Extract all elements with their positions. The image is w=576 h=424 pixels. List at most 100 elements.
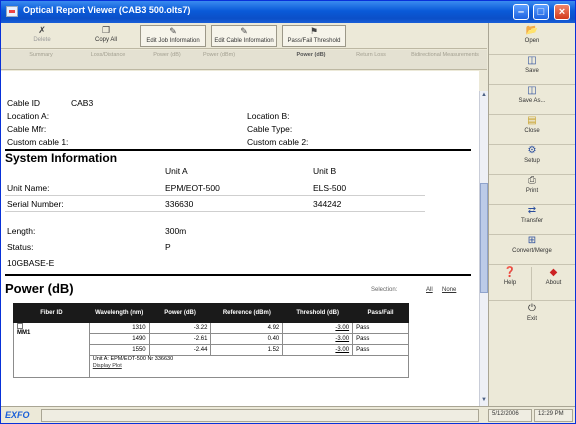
brand-logo: EXFO: [5, 410, 30, 420]
scroll-down-icon[interactable]: ▼: [480, 396, 488, 405]
close-folder-icon: ▤: [527, 115, 537, 126]
threshold-cell[interactable]: -3.00: [282, 333, 354, 345]
column-header: Fiber ID: [13, 303, 90, 323]
threshold-cell[interactable]: -3.00: [282, 344, 354, 356]
system-information-heading: System Information: [5, 151, 118, 165]
transfer-icon: ⇄: [527, 205, 537, 216]
threshold-cell[interactable]: -3.00: [282, 322, 354, 334]
length-label: Length:: [7, 226, 36, 236]
column-header: Wavelength (nm): [88, 303, 150, 323]
column-header: Pass/Fail: [352, 303, 409, 323]
pass-fail-cell: Pass: [352, 333, 409, 345]
print-button[interactable]: ⎙ Print: [489, 175, 575, 205]
action-sidebar: 📂 Open ◫ Save ◫ Save As... ▤ Close ⚙ Set…: [488, 23, 575, 406]
cable-id-value: CAB3: [71, 98, 94, 108]
unit-name-label: Unit Name:: [7, 183, 50, 193]
fiber-id-cell: MM1: [13, 322, 90, 378]
serial-number-a: 336630: [165, 199, 194, 209]
cable-id-label: Cable ID: [7, 98, 41, 108]
location-b-label: Location B:: [247, 111, 290, 121]
pass-fail-threshold-button[interactable]: ⚑ Pass/Fail Threshold: [282, 25, 346, 47]
open-button[interactable]: 📂 Open: [489, 25, 575, 55]
power-cell: -3.22: [148, 322, 212, 334]
tab-loss-distance[interactable]: Loss/Distance: [79, 52, 137, 69]
unit-name-a: EPM/EOT-500: [165, 183, 220, 193]
reference-cell: 4.92: [210, 322, 284, 334]
display-plot-link[interactable]: Display Plot: [93, 363, 122, 369]
cable-type-label: Cable Type:: [247, 124, 293, 134]
custom-cable-1-label: Custom cable 1:: [7, 137, 69, 147]
open-folder-icon: 📂: [525, 25, 539, 36]
wavelength-cell: 1310: [88, 322, 150, 334]
scroll-thumb[interactable]: [480, 183, 488, 293]
toolbar: ✗ Delete ❐ Copy All ✎ Edit Job Informati…: [1, 23, 487, 49]
maximize-icon[interactable]: □: [533, 4, 549, 20]
about-button[interactable]: ◆ About: [532, 267, 575, 301]
select-all-link[interactable]: All: [426, 285, 433, 295]
save-as-button[interactable]: ◫ Save As...: [489, 85, 575, 115]
copy-all-button[interactable]: ❐ Copy All: [77, 25, 135, 47]
unit-name-b: ELS-500: [313, 183, 347, 193]
transfer-button[interactable]: ⇄ Transfer: [489, 205, 575, 235]
exit-button[interactable]: ⏻ Exit: [489, 303, 575, 335]
selection-label: Selection:: [371, 287, 398, 293]
tab-summary[interactable]: Summary: [13, 52, 69, 69]
wavelength-cell: 1550: [88, 344, 150, 356]
close-icon[interactable]: ×: [554, 4, 570, 20]
save-icon: ◫: [527, 55, 537, 66]
vertical-scrollbar[interactable]: ▲ ▼: [479, 91, 488, 406]
report-content: Cable ID CAB3 Location A: Location B: Ca…: [1, 71, 479, 406]
location-a-label: Location A:: [7, 111, 50, 121]
app-icon: [6, 6, 18, 17]
status-message-field: [41, 409, 479, 422]
tab-power-dbm[interactable]: Power (dBm): [197, 52, 241, 69]
tab-power-db-1[interactable]: Power (dB): [147, 52, 187, 69]
status-label: Status:: [7, 242, 34, 252]
report-tabs: Summary Loss/Distance Power (dB) Power (…: [1, 50, 487, 70]
edit-cable-information-button[interactable]: ✎ Edit Cable Information: [211, 25, 277, 47]
tab-return-loss[interactable]: Return Loss: [351, 52, 391, 69]
reference-cell: 0.40: [210, 333, 284, 345]
table-header-row: Fiber ID Wavelength (nm) Power (dB) Refe…: [13, 303, 409, 323]
help-icon: ❓: [503, 267, 517, 278]
status-date: 5/12/2006: [492, 411, 519, 417]
minimize-icon[interactable]: –: [513, 4, 529, 20]
power-table: Fiber ID Wavelength (nm) Power (dB) Refe…: [13, 303, 410, 378]
reference-cell: 1.52: [210, 344, 284, 356]
convert-merge-icon: ⊞: [527, 235, 537, 246]
scroll-up-icon[interactable]: ▲: [480, 91, 488, 100]
fiber-id: MM1: [17, 329, 31, 336]
unit-b-header: Unit B: [313, 166, 337, 176]
table-row[interactable]: MM1 1310 -3.22 4.92 -3.00 Pass: [13, 322, 409, 378]
edit-icon: ✎: [169, 26, 177, 36]
copy-icon: ❐: [101, 25, 111, 35]
print-icon: ⎙: [528, 175, 536, 186]
unit-note: Unit A: EPM/EOT-500 Nr 336630: [92, 356, 174, 362]
edit-icon: ✎: [240, 26, 248, 36]
row-divider: [5, 195, 425, 196]
unit-a-header: Unit A: [165, 166, 188, 176]
title-bar[interactable]: Optical Report Viewer (CAB3 500.olts7) –…: [1, 1, 575, 23]
pass-fail-cell: Pass: [352, 322, 409, 334]
column-header: Reference (dBm): [210, 303, 284, 323]
help-button[interactable]: ❓ Help: [489, 267, 532, 301]
custom-cable-2-label: Custom cable 2:: [247, 137, 309, 147]
save-button[interactable]: ◫ Save: [489, 55, 575, 85]
convert-merge-button[interactable]: ⊞ Convert/Merge: [489, 235, 575, 265]
edit-job-information-button[interactable]: ✎ Edit Job Information: [140, 25, 206, 47]
setup-button[interactable]: ⚙ Setup: [489, 145, 575, 175]
delete-icon: ✗: [38, 25, 46, 35]
status-time: 12:29 PM: [538, 411, 564, 417]
tab-bidirectional[interactable]: Bidirectional Measurements: [409, 52, 481, 69]
serial-number-label: Serial Number:: [7, 199, 64, 209]
select-none-link[interactable]: None: [442, 285, 456, 295]
standard-label: 10GBASE-E: [7, 258, 55, 268]
setup-icon: ⚙: [527, 145, 537, 156]
tab-power-db-active[interactable]: Power (dB): [291, 52, 331, 69]
delete-button[interactable]: ✗ Delete: [13, 25, 71, 47]
power-cell: -2.61: [148, 333, 212, 345]
about-icon: ◆: [549, 267, 558, 278]
close-button[interactable]: ▤ Close: [489, 115, 575, 145]
fiber-select-checkbox[interactable]: [17, 323, 23, 329]
threshold-icon: ⚑: [309, 26, 319, 36]
